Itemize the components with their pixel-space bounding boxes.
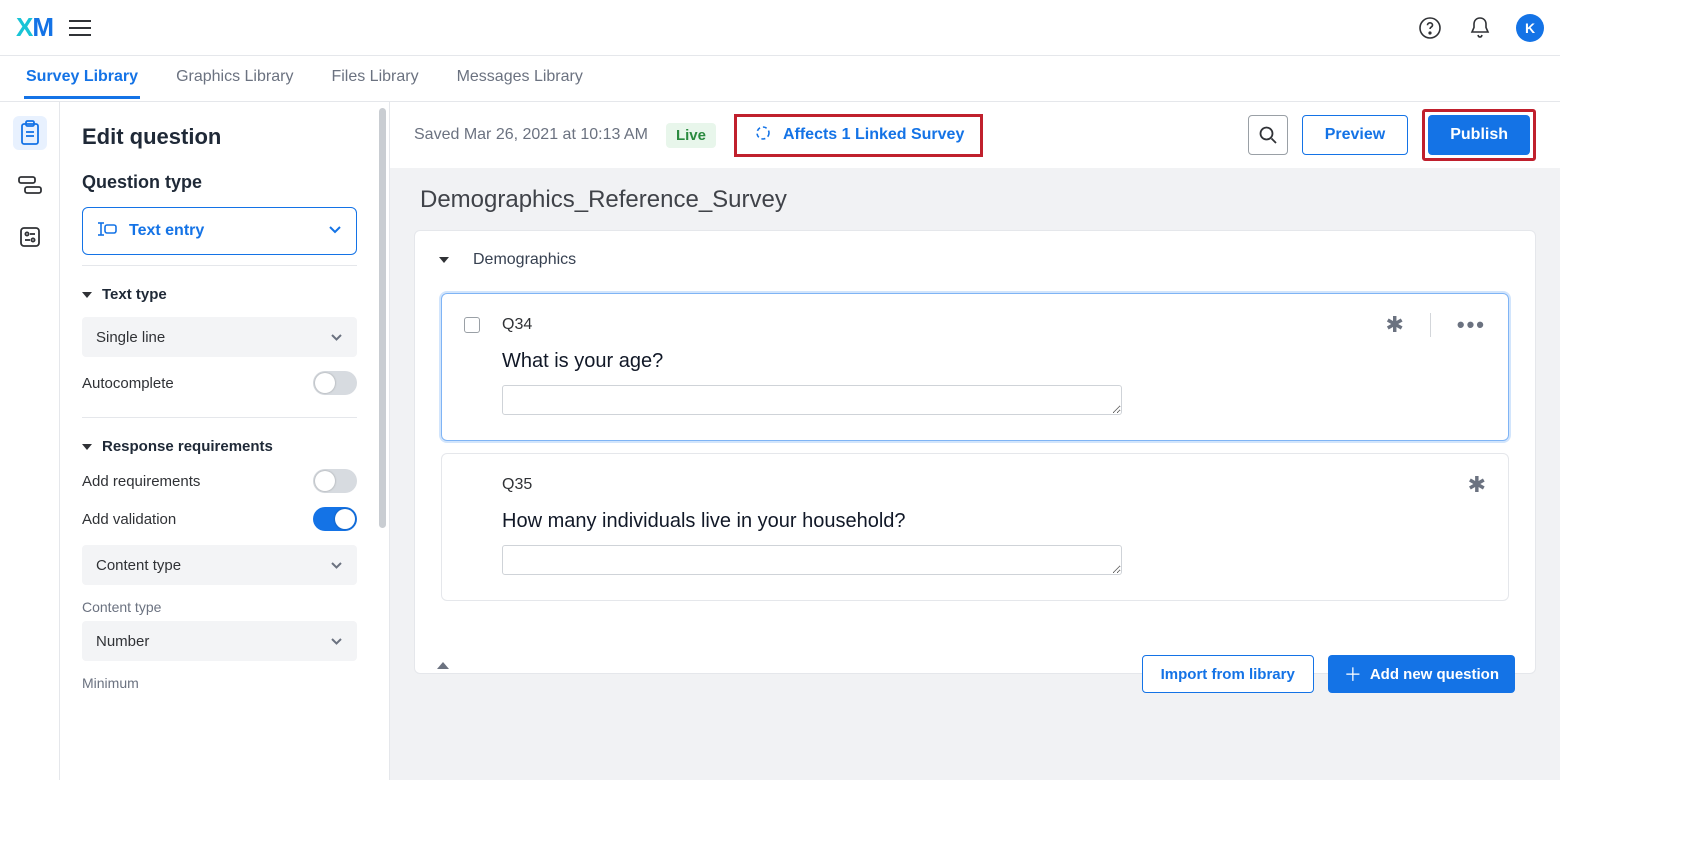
- caret-down-icon: [82, 292, 92, 298]
- add-requirements-label: Add requirements: [82, 473, 200, 490]
- avatar[interactable]: K: [1516, 14, 1544, 42]
- question-type-value: Text entry: [129, 222, 204, 240]
- tab-files-library[interactable]: Files Library: [329, 58, 420, 99]
- divider: [1430, 313, 1431, 337]
- content-type-select[interactable]: Content type: [82, 545, 357, 585]
- question-id: Q35: [502, 476, 532, 494]
- question-card-q35[interactable]: Q35 ✱ How many individuals live in your …: [441, 453, 1509, 601]
- number-select[interactable]: Number: [82, 621, 357, 661]
- response-requirements-heading[interactable]: Response requirements: [82, 438, 357, 455]
- chevron-down-icon: [330, 633, 343, 650]
- rail-flow-icon[interactable]: [13, 168, 47, 202]
- autocomplete-label: Autocomplete: [82, 375, 174, 392]
- question-checkbox[interactable]: [464, 317, 480, 333]
- help-icon[interactable]: [1416, 14, 1444, 42]
- minimum-label: Minimum: [82, 675, 357, 691]
- block-header[interactable]: Demographics: [433, 245, 1517, 281]
- required-icon[interactable]: ✱: [1468, 472, 1486, 498]
- panel-scrollbar[interactable]: [379, 102, 389, 780]
- add-validation-label: Add validation: [82, 511, 176, 528]
- question-text[interactable]: How many individuals live in your househ…: [502, 510, 1486, 533]
- add-question-button[interactable]: ＋ Add new question: [1328, 655, 1515, 693]
- panel-title: Edit question: [82, 124, 357, 150]
- tab-survey-library[interactable]: Survey Library: [24, 58, 140, 99]
- publish-button[interactable]: Publish: [1428, 115, 1530, 155]
- content-body: Demographics_Reference_Survey Demographi…: [390, 168, 1560, 780]
- text-type-select[interactable]: Single line: [82, 317, 357, 357]
- import-library-button[interactable]: Import from library: [1142, 655, 1314, 693]
- linked-survey-button[interactable]: Affects 1 Linked Survey: [734, 114, 983, 157]
- text-type-value: Single line: [96, 329, 165, 346]
- linked-survey-label: Affects 1 Linked Survey: [783, 126, 964, 144]
- content-type-value: Content type: [96, 557, 181, 574]
- publish-highlight: Publish: [1422, 109, 1536, 161]
- link-icon: [753, 123, 773, 148]
- more-icon[interactable]: •••: [1457, 312, 1486, 338]
- text-entry-icon: [97, 221, 117, 242]
- tab-messages-library[interactable]: Messages Library: [455, 58, 585, 99]
- bell-icon[interactable]: [1466, 14, 1494, 42]
- preview-button[interactable]: Preview: [1302, 115, 1408, 155]
- chevron-down-icon: [330, 329, 343, 346]
- question-text[interactable]: What is your age?: [502, 350, 1486, 373]
- chevron-down-icon: [330, 557, 343, 574]
- autocomplete-toggle[interactable]: [313, 371, 357, 395]
- question-type-select[interactable]: Text entry: [82, 207, 357, 255]
- brand-logo[interactable]: XM: [16, 12, 53, 43]
- saved-text: Saved Mar 26, 2021 at 10:13 AM: [414, 126, 648, 144]
- add-question-label: Add new question: [1370, 666, 1499, 683]
- question-block: Demographics Q34 ✱ ••• What is your age?: [414, 230, 1536, 674]
- caret-down-icon: [439, 257, 449, 263]
- rail-builder-icon[interactable]: [13, 116, 47, 150]
- logo-m: M: [32, 12, 53, 42]
- search-button[interactable]: [1248, 115, 1288, 155]
- required-icon[interactable]: ✱: [1385, 312, 1403, 338]
- block-collapse-icon[interactable]: [437, 645, 449, 663]
- question-card-q34[interactable]: Q34 ✱ ••• What is your age?: [441, 293, 1509, 441]
- question-id: Q34: [502, 316, 532, 334]
- chevron-down-icon: [328, 222, 342, 240]
- block-name: Demographics: [473, 251, 576, 269]
- edit-panel: Edit question Question type Text entry T…: [60, 102, 379, 780]
- question-type-heading: Question type: [82, 172, 357, 193]
- live-pill: Live: [666, 123, 716, 148]
- content-header: Saved Mar 26, 2021 at 10:13 AM Live Affe…: [390, 102, 1560, 168]
- top-bar: XM K: [0, 0, 1560, 56]
- edit-panel-wrap: Edit question Question type Text entry T…: [60, 102, 390, 780]
- answer-input[interactable]: [502, 545, 1122, 575]
- library-tabs: Survey Library Graphics Library Files Li…: [0, 56, 1560, 102]
- logo-x: X: [16, 12, 32, 42]
- text-type-heading[interactable]: Text type: [82, 286, 357, 303]
- survey-title: Demographics_Reference_Survey: [414, 168, 1536, 230]
- add-requirements-toggle[interactable]: [313, 469, 357, 493]
- rail-options-icon[interactable]: [13, 220, 47, 254]
- content: Saved Mar 26, 2021 at 10:13 AM Live Affe…: [390, 102, 1560, 780]
- add-validation-toggle[interactable]: [313, 507, 357, 531]
- main: Edit question Question type Text entry T…: [0, 102, 1560, 780]
- tab-graphics-library[interactable]: Graphics Library: [174, 58, 295, 99]
- number-value: Number: [96, 633, 149, 650]
- plus-icon: ＋: [1344, 661, 1362, 687]
- caret-down-icon: [82, 444, 92, 450]
- content-type-sublabel: Content type: [82, 599, 357, 615]
- menu-icon[interactable]: [69, 20, 91, 36]
- avatar-letter: K: [1525, 20, 1535, 36]
- answer-input[interactable]: [502, 385, 1122, 415]
- left-rail: [0, 102, 60, 780]
